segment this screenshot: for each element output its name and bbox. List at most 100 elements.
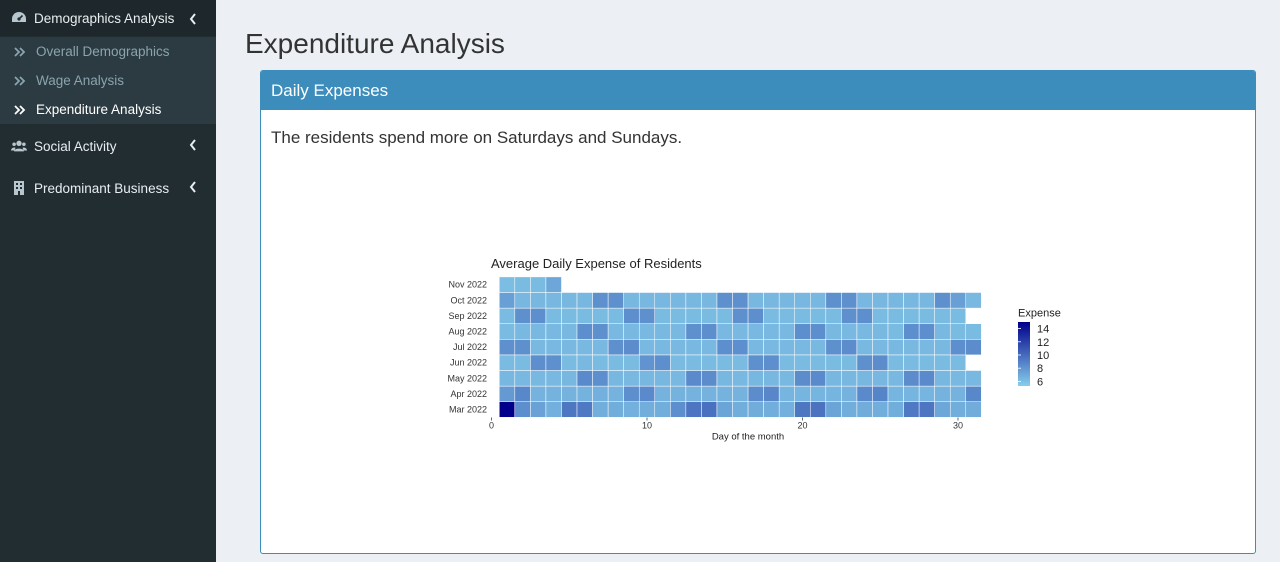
heatmap-cell: [638, 401, 656, 418]
heatmap-cell: [732, 292, 749, 309]
heatmap-cell: [530, 370, 547, 387]
heatmap-cell: [934, 307, 951, 324]
heatmap-cell: [623, 385, 640, 402]
y-tick-label: May 2022: [447, 373, 487, 383]
heatmap-cell: [561, 370, 578, 387]
heatmap-cell: [732, 370, 749, 387]
heatmap-cell: [576, 385, 593, 402]
heatmap-cell: [592, 323, 609, 340]
heatmap-cell: [763, 401, 780, 418]
heatmap-cell: [638, 323, 656, 340]
heatmap-cell: [810, 339, 827, 356]
expense-heatmap: Average Daily Expense of Residents Mar 20…: [447, 256, 1061, 443]
heatmap-cell: [514, 292, 531, 309]
heatmap-cell: [918, 323, 935, 340]
heatmap-cell: [825, 292, 842, 309]
heatmap-cell: [685, 385, 702, 402]
heatmap-cell: [561, 385, 578, 402]
legend-tick-label: 12: [1037, 337, 1049, 349]
heatmap-cell: [670, 370, 687, 387]
heatmap-cell: [949, 385, 967, 402]
heatmap-cell: [763, 385, 780, 402]
heatmap-cell: [794, 354, 811, 371]
legend-colorbar: [1018, 322, 1030, 386]
legend-title: Expense: [1018, 308, 1061, 320]
heatmap-cell: [530, 354, 547, 371]
heatmap-cell: [701, 323, 718, 340]
heatmap-cell: [732, 354, 749, 371]
y-tick-label: Mar 2022: [449, 405, 487, 415]
heatmap-cell: [918, 292, 935, 309]
heatmap-cell: [778, 339, 795, 356]
heatmap-cell: [841, 354, 858, 371]
heatmap-cell: [810, 401, 827, 418]
heatmap-cell: [778, 385, 795, 402]
heatmap-cell: [607, 385, 624, 402]
heatmap-cell: [732, 339, 749, 356]
heatmap-cell: [607, 292, 624, 309]
heatmap-cell: [825, 354, 842, 371]
heatmap-cell: [685, 292, 702, 309]
heatmap-cell: [654, 292, 671, 309]
heatmap-cell: [794, 323, 811, 340]
heatmap-cell: [607, 307, 624, 324]
heatmap-cell: [949, 401, 967, 418]
heatmap-cell: [732, 307, 749, 324]
heatmap-cell: [747, 323, 764, 340]
chart-title: Average Daily Expense of Residents: [491, 256, 702, 271]
heatmap-cell: [918, 370, 935, 387]
heatmap-cell: [623, 292, 640, 309]
heatmap-cell: [514, 401, 531, 418]
heatmap-cell: [747, 339, 764, 356]
heatmap-cell: [607, 370, 624, 387]
heatmap-cell: [887, 401, 904, 418]
heatmap-cell: [716, 339, 733, 356]
heatmap-cell: [670, 385, 687, 402]
heatmap-cell: [701, 292, 718, 309]
heatmap-cell: [794, 370, 811, 387]
heatmap-cell: [965, 339, 982, 356]
heatmap-cell: [841, 307, 858, 324]
heatmap-cell: [825, 307, 842, 324]
heatmap-cell: [499, 385, 516, 402]
heatmap-cell: [934, 401, 951, 418]
heatmap-cell: [607, 354, 624, 371]
heatmap-cell: [514, 354, 531, 371]
heatmap-cell: [654, 339, 671, 356]
heatmap-cell: [499, 339, 516, 356]
heatmap-cell: [499, 307, 516, 324]
heatmap-cell: [530, 339, 547, 356]
heatmap-cell: [545, 339, 562, 356]
heatmap-cell: [499, 370, 516, 387]
heatmap-cell: [592, 354, 609, 371]
heatmap-cell: [685, 354, 702, 371]
y-tick-label: Jul 2022: [453, 342, 487, 352]
heatmap-cell: [592, 307, 609, 324]
heatmap-cell: [918, 385, 935, 402]
heatmap-cell: [872, 385, 889, 402]
heatmap-cell: [670, 401, 687, 418]
heatmap-cell: [576, 401, 593, 418]
heatmap-cell: [903, 292, 920, 309]
heatmap-cell: [949, 292, 967, 309]
y-tick-label: Aug 2022: [448, 327, 487, 337]
heatmap-cell: [716, 292, 733, 309]
heatmap-cell: [576, 323, 593, 340]
heatmap-cell: [903, 307, 920, 324]
heatmap-cell: [778, 307, 795, 324]
x-axis-label: Day of the month: [712, 432, 784, 443]
heatmap-cell: [576, 370, 593, 387]
heatmap-cell: [654, 307, 671, 324]
heatmap-cell: [545, 276, 562, 293]
heatmap-cell: [654, 370, 671, 387]
heatmap-cell: [685, 339, 702, 356]
heatmap-cell: [545, 370, 562, 387]
heatmap-cell: [872, 307, 889, 324]
heatmap-cell: [841, 339, 858, 356]
heatmap-cell: [716, 354, 733, 371]
heatmap-cell: [732, 385, 749, 402]
heatmap-cell: [514, 370, 531, 387]
heatmap-cell: [623, 370, 640, 387]
heatmap-cell: [530, 323, 547, 340]
heatmap-cell: [623, 323, 640, 340]
